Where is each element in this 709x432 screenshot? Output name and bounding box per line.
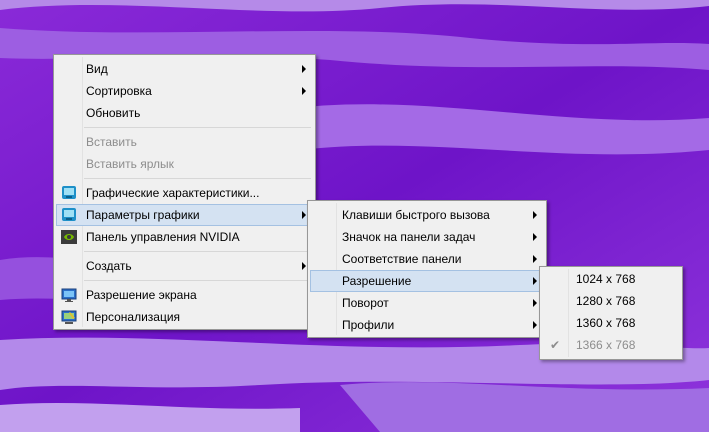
submenu-item-tray-icon[interactable]: Значок на панели задач <box>310 226 544 248</box>
menu-separator <box>84 127 311 128</box>
submenu-arrow-icon <box>533 255 537 263</box>
nvidia-icon <box>61 230 77 244</box>
menu-item-label: 1360 x 768 <box>576 316 636 330</box>
menu-item-label: Вставить <box>86 135 137 149</box>
menu-item-label: Разрешение <box>342 274 412 288</box>
submenu-item-profiles[interactable]: Профили <box>310 314 544 336</box>
submenu-item-panel-fit[interactable]: Соответствие панели <box>310 248 544 270</box>
intel-graphics-icon <box>62 208 76 221</box>
menu-separator <box>84 251 311 252</box>
graphics-options-submenu: Клавиши быстрого вызова Значок на панели… <box>307 200 547 338</box>
menu-item-nvidia-control-panel[interactable]: Панель управления NVIDIA <box>56 226 313 248</box>
menu-separator <box>84 280 311 281</box>
menu-item-paste-shortcut[interactable]: Вставить ярлык <box>56 153 313 175</box>
menu-item-label: Графические характеристики... <box>86 186 260 200</box>
resolution-option[interactable]: 1280 x 768 <box>542 290 680 312</box>
menu-item-refresh[interactable]: Обновить <box>56 102 313 124</box>
menu-item-label: Соответствие панели <box>342 252 462 266</box>
menu-item-label: Обновить <box>86 106 141 120</box>
personalize-icon <box>61 310 77 324</box>
menu-item-personalization[interactable]: Персонализация <box>56 306 313 328</box>
submenu-arrow-icon <box>302 65 306 73</box>
checkmark-icon: ✔ <box>550 338 561 352</box>
intel-graphics-icon <box>62 186 76 199</box>
submenu-arrow-icon <box>533 211 537 219</box>
menu-item-label: Создать <box>86 259 132 273</box>
menu-item-label: Значок на панели задач <box>342 230 476 244</box>
menu-item-label: 1280 x 768 <box>576 294 636 308</box>
submenu-item-rotation[interactable]: Поворот <box>310 292 544 314</box>
display-icon <box>61 288 77 302</box>
menu-item-label: 1024 x 768 <box>576 272 636 286</box>
menu-item-label: 1366 x 768 <box>576 338 636 352</box>
menu-item-paste[interactable]: Вставить <box>56 131 313 153</box>
menu-item-label: Параметры графики <box>86 208 200 222</box>
resolution-option[interactable]: 1024 x 768 <box>542 268 680 290</box>
menu-item-label: Клавиши быстрого вызова <box>342 208 490 222</box>
menu-item-screen-resolution[interactable]: Разрешение экрана <box>56 284 313 306</box>
submenu-item-resolution[interactable]: Разрешение <box>310 270 544 292</box>
resolution-submenu: 1024 x 768 1280 x 768 1360 x 768 ✔ 1366 … <box>539 266 683 360</box>
menu-item-label: Разрешение экрана <box>86 288 197 302</box>
menu-item-sort[interactable]: Сортировка <box>56 80 313 102</box>
resolution-option-current[interactable]: ✔ 1366 x 768 <box>542 334 680 356</box>
menu-item-new[interactable]: Создать <box>56 255 313 277</box>
desktop-context-menu: Вид Сортировка Обновить Вставить Вставит… <box>53 54 316 330</box>
submenu-arrow-icon <box>302 87 306 95</box>
submenu-arrow-icon <box>533 299 537 307</box>
submenu-arrow-icon <box>533 321 537 329</box>
menu-item-label: Сортировка <box>86 84 152 98</box>
resolution-option[interactable]: 1360 x 768 <box>542 312 680 334</box>
submenu-arrow-icon <box>302 262 306 270</box>
menu-item-label: Поворот <box>342 296 389 310</box>
submenu-arrow-icon <box>533 277 537 285</box>
menu-item-label: Вставить ярлык <box>86 157 174 171</box>
submenu-item-hotkeys[interactable]: Клавиши быстрого вызова <box>310 204 544 226</box>
menu-item-label: Персонализация <box>86 310 181 324</box>
submenu-arrow-icon <box>302 211 306 219</box>
submenu-arrow-icon <box>533 233 537 241</box>
menu-item-label: Вид <box>86 62 108 76</box>
menu-item-view[interactable]: Вид <box>56 58 313 80</box>
menu-item-graphics-properties[interactable]: Графические характеристики... <box>56 182 313 204</box>
menu-item-label: Панель управления NVIDIA <box>86 230 240 244</box>
menu-separator <box>84 178 311 179</box>
menu-item-graphics-options[interactable]: Параметры графики <box>56 204 313 226</box>
menu-item-label: Профили <box>342 318 395 332</box>
